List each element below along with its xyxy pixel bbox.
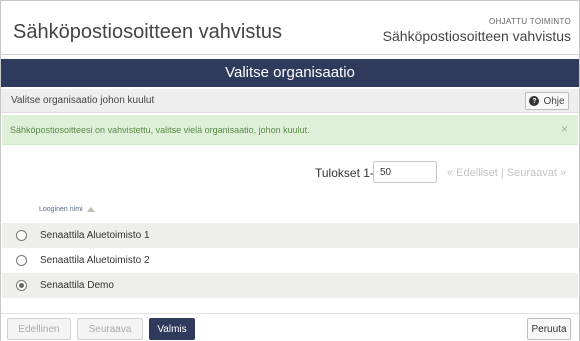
- previous-results-link[interactable]: « Edelliset: [447, 167, 498, 179]
- page-title: Sähköpostiosoitteen vahvistus: [13, 21, 283, 43]
- organization-label: Senaattila Aluetoimisto 1: [40, 230, 150, 241]
- organization-label: Senaattila Demo: [40, 280, 114, 291]
- sort-ascending-icon: [86, 207, 95, 212]
- organization-radio[interactable]: [16, 280, 27, 291]
- organization-label: Senaattila Aluetoimisto 2: [40, 255, 150, 266]
- list-item[interactable]: Senaattila Aluetoimisto 2: [2, 248, 578, 273]
- results-count: Tulokset 1-3: [315, 166, 381, 180]
- previous-button[interactable]: Edellinen: [7, 318, 71, 340]
- help-button-label: Ohje: [543, 95, 565, 107]
- organization-radio[interactable]: [16, 230, 27, 241]
- page-size-input[interactable]: [373, 161, 437, 183]
- cancel-button[interactable]: Peruuta: [527, 318, 571, 340]
- organization-radio[interactable]: [16, 255, 27, 266]
- guided-action-title: Sähköpostiosoitteen vahvistus: [382, 28, 571, 44]
- results-toolbar: Tulokset 1-3 « Edelliset | Seuraavat »: [1, 159, 579, 187]
- done-button[interactable]: Valmis: [149, 318, 195, 340]
- wizard-footer: Edellinen Seuraava Valmis Peruuta: [1, 313, 579, 341]
- column-header-label: Looginen nimi: [39, 206, 83, 213]
- help-button[interactable]: ? Ohje: [525, 92, 569, 110]
- question-icon: ?: [529, 96, 540, 106]
- close-icon[interactable]: ×: [561, 122, 568, 136]
- column-header-logical-name[interactable]: Looginen nimi: [39, 206, 95, 213]
- pagination-separator: |: [500, 167, 504, 179]
- list-item[interactable]: Senaattila Demo: [2, 273, 578, 298]
- step-navbar: Valitse organisaatio: [1, 59, 579, 87]
- page-header: Sähköpostiosoitteen vahvistus OHJATTU TO…: [1, 1, 579, 55]
- next-button[interactable]: Seuraava: [77, 318, 143, 340]
- list-item[interactable]: Senaattila Aluetoimisto 1: [2, 223, 578, 248]
- step-title: Valitse organisaatio: [225, 64, 355, 81]
- step-instruction: Valitse organisaatio johon kuulut: [11, 95, 155, 106]
- success-alert: Sähköpostiosoitteesi on vahvistettu, val…: [2, 115, 578, 145]
- next-results-link[interactable]: Seuraavat »: [507, 167, 566, 179]
- organization-list: Senaattila Aluetoimisto 1 Senaattila Alu…: [2, 223, 578, 298]
- pagination: « Edelliset | Seuraavat »: [447, 167, 566, 179]
- wizard-window: Sähköpostiosoitteen vahvistus OHJATTU TO…: [0, 0, 580, 341]
- step-subheader: Valitse organisaatio johon kuulut ? Ohje: [1, 89, 579, 113]
- success-alert-text: Sähköpostiosoitteesi on vahvistettu, val…: [10, 125, 310, 135]
- guided-action-label: OHJATTU TOIMINTO: [489, 17, 571, 26]
